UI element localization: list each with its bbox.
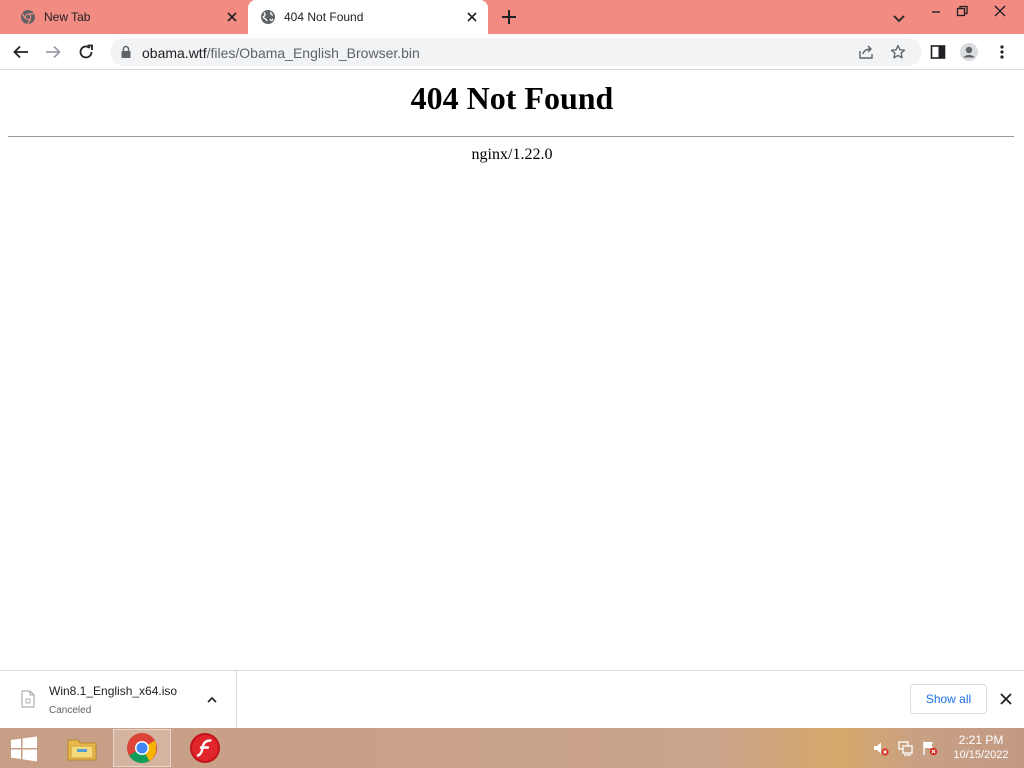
network-icon[interactable] [898,740,914,756]
chevron-down-icon[interactable] [891,10,907,26]
url-text[interactable]: obama.wtf/files/Obama_English_Browser.bi… [142,45,420,61]
file-icon [21,690,35,708]
download-shelf: Win8.1_English_x64.iso Canceled Show all [0,670,1024,728]
tab-title: New Tab [44,10,91,24]
globe-icon [260,9,276,25]
new-tab-button[interactable] [500,8,518,26]
chrome-icon [20,9,36,25]
taskbar-file-explorer[interactable] [53,729,111,767]
flash-icon [189,732,221,764]
share-icon[interactable] [858,44,874,60]
close-tab-icon[interactable] [224,9,240,25]
page-content: 404 Not Found nginx/1.22.0 [0,70,1024,670]
close-tab-icon[interactable] [464,9,480,25]
taskbar: 2:21 PM 10/15/2022 [0,728,1024,768]
divider [8,136,1014,137]
lock-icon[interactable] [120,45,132,59]
clock-time: 2:21 PM [958,733,1004,747]
taskbar-chrome[interactable] [113,729,171,767]
tab-title: 404 Not Found [284,10,364,24]
minimize-icon[interactable] [928,4,944,18]
forward-button[interactable] [43,42,63,62]
download-status: Canceled [49,705,92,716]
restore-icon[interactable] [954,4,970,18]
close-window-icon[interactable] [992,4,1008,18]
chevron-up-icon[interactable] [205,693,219,707]
reload-button[interactable] [76,42,96,62]
action-center-flag-icon[interactable] [922,740,938,756]
file-explorer-icon [66,734,98,762]
bookmark-star-icon[interactable] [890,44,906,60]
server-version: nginx/1.22.0 [471,146,553,163]
download-filename: Win8.1_English_x64.iso [49,684,178,698]
clock-date: 10/15/2022 [953,749,1009,761]
tab-new-tab[interactable]: New Tab [0,0,248,34]
url-path: /files/Obama_English_Browser.bin [206,45,420,61]
browser-toolbar: obama.wtf/files/Obama_English_Browser.bi… [0,34,1024,70]
tab-404-not-found[interactable]: 404 Not Found [248,0,488,34]
url-host: obama.wtf [142,45,207,61]
chrome-icon [126,732,158,764]
back-button[interactable] [11,42,31,62]
side-panel-icon[interactable] [928,42,948,62]
close-shelf-icon[interactable] [999,692,1013,706]
download-item[interactable]: Win8.1_English_x64.iso Canceled [0,671,237,728]
menu-kebab-icon[interactable] [992,42,1012,62]
system-clock[interactable]: 2:21 PM 10/15/2022 [944,733,1018,763]
address-bar[interactable]: obama.wtf/files/Obama_English_Browser.bi… [110,38,922,66]
volume-muted-icon[interactable] [873,740,889,756]
tab-strip: New Tab 404 Not Found [0,0,1024,34]
page-heading: 404 Not Found [410,80,614,116]
windows-start-icon[interactable] [9,736,39,762]
show-all-button[interactable]: Show all [910,684,987,714]
taskbar-flash[interactable] [176,729,234,767]
profile-avatar-icon[interactable] [959,42,979,62]
